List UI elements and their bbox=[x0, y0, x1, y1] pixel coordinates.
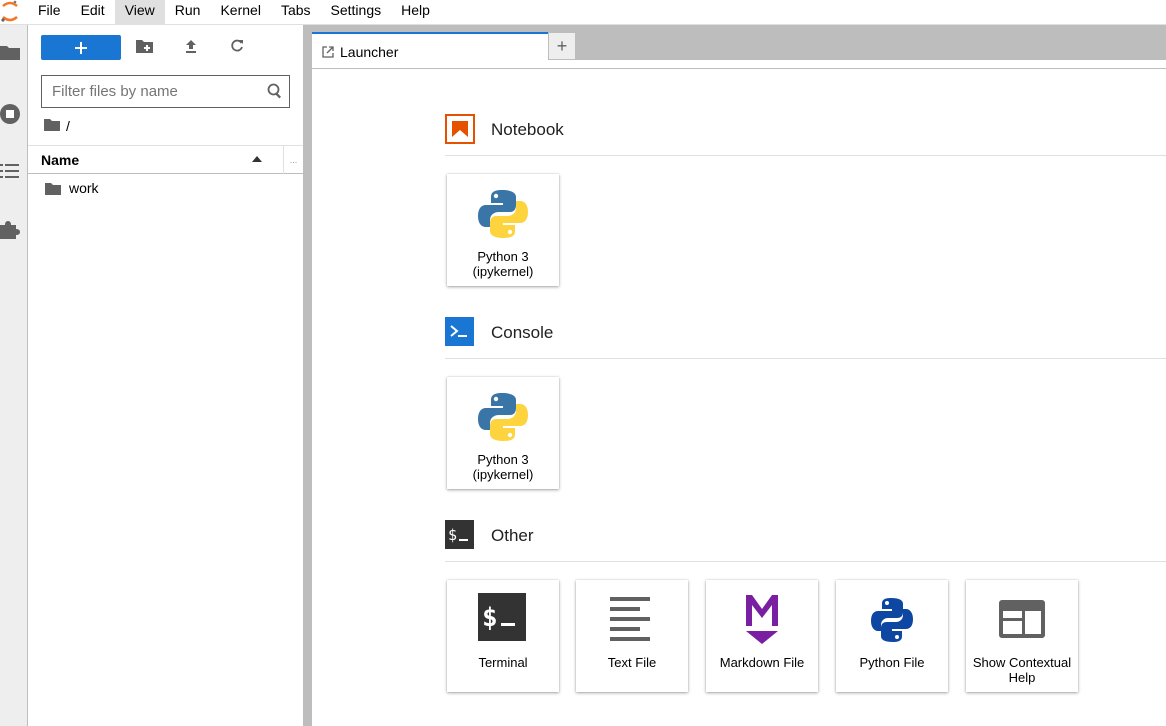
menu-view[interactable]: View bbox=[114, 0, 165, 25]
name-column-header[interactable]: Name bbox=[41, 152, 79, 168]
running-sessions-icon[interactable] bbox=[0, 103, 28, 125]
folder-icon[interactable] bbox=[44, 118, 60, 134]
terminal-icon: $ bbox=[478, 593, 526, 641]
terminal-card[interactable]: $ Terminal bbox=[447, 580, 559, 692]
other-section-header: $ Other bbox=[445, 520, 1166, 562]
section-title: Other bbox=[491, 526, 534, 545]
launcher-panel: Notebook Python 3 (ipykernel) Console Py… bbox=[312, 69, 1166, 726]
menu-edit[interactable]: Edit bbox=[71, 0, 115, 25]
menu-file[interactable]: File bbox=[28, 0, 71, 25]
card-label: Python 3 (ipykernel) bbox=[472, 452, 534, 482]
breadcrumb-root[interactable]: / bbox=[66, 118, 70, 134]
terminal-icon: $ bbox=[445, 520, 475, 550]
panel-splitter[interactable] bbox=[303, 25, 312, 726]
tab-launcher[interactable]: Launcher bbox=[312, 32, 548, 69]
file-browser-panel: / Name ... work bbox=[28, 25, 303, 726]
card-label: Markdown File bbox=[719, 655, 805, 670]
svg-text:$: $ bbox=[482, 603, 498, 633]
console-section-header: Console bbox=[445, 317, 1166, 359]
card-label: Text File bbox=[607, 655, 657, 670]
filter-files-input[interactable] bbox=[42, 76, 262, 107]
launcher-tab-icon bbox=[322, 45, 334, 58]
tab-label: Launcher bbox=[340, 43, 399, 60]
markdown-icon bbox=[734, 592, 790, 648]
menu-tabs[interactable]: Tabs bbox=[271, 0, 321, 25]
file-list-header: Name ... bbox=[28, 145, 303, 174]
python-file-icon bbox=[864, 592, 920, 648]
python-logo-icon bbox=[475, 186, 531, 242]
console-icon bbox=[445, 317, 475, 347]
menu-help[interactable]: Help bbox=[391, 0, 440, 25]
column-more-handle[interactable]: ... bbox=[283, 146, 303, 174]
upload-button[interactable] bbox=[184, 39, 198, 58]
folder-icon[interactable] bbox=[0, 44, 28, 60]
new-launcher-button[interactable] bbox=[41, 35, 121, 60]
main-tab-bar: Launcher + bbox=[312, 25, 1166, 69]
table-of-contents-icon[interactable] bbox=[0, 163, 28, 179]
menu-bar: File Edit View Run Kernel Tabs Settings … bbox=[0, 0, 1166, 25]
plus-icon bbox=[75, 41, 87, 54]
notebook-section-header: Notebook bbox=[445, 114, 1166, 156]
menu-settings[interactable]: Settings bbox=[321, 0, 392, 25]
python-file-card[interactable]: Python File bbox=[836, 580, 948, 692]
contextual-help-card[interactable]: Show Contextual Help bbox=[966, 580, 1078, 692]
markdown-file-card[interactable]: Markdown File bbox=[706, 580, 818, 692]
left-activity-bar bbox=[0, 25, 28, 726]
new-folder-icon bbox=[136, 40, 153, 53]
breadcrumb: / bbox=[44, 117, 70, 135]
refresh-button[interactable] bbox=[230, 39, 244, 58]
jupyter-logo-icon bbox=[0, 0, 28, 25]
extension-manager-icon[interactable] bbox=[0, 220, 28, 240]
menu-run[interactable]: Run bbox=[165, 0, 211, 25]
notebook-python3-card[interactable]: Python 3 (ipykernel) bbox=[447, 174, 559, 286]
card-label: Show Contextual Help bbox=[972, 655, 1072, 685]
card-label: Python File bbox=[859, 655, 925, 670]
card-label: Python 3 (ipykernel) bbox=[472, 249, 534, 279]
notebook-icon bbox=[445, 114, 475, 144]
text-file-icon bbox=[604, 592, 660, 648]
search-icon bbox=[267, 83, 283, 104]
folder-icon bbox=[45, 182, 61, 195]
new-folder-button[interactable] bbox=[136, 39, 153, 58]
refresh-icon bbox=[231, 39, 243, 52]
card-label: Terminal bbox=[478, 655, 528, 670]
svg-text:$: $ bbox=[448, 526, 457, 544]
file-name: work bbox=[69, 180, 99, 196]
filter-box bbox=[41, 75, 290, 108]
python-logo-icon bbox=[475, 389, 531, 445]
upload-icon bbox=[186, 40, 196, 53]
text-file-card[interactable]: Text File bbox=[576, 580, 688, 692]
section-title: Console bbox=[491, 323, 554, 342]
contextual-help-icon bbox=[994, 592, 1050, 648]
file-list-item[interactable]: work bbox=[28, 175, 303, 201]
console-python3-card[interactable]: Python 3 (ipykernel) bbox=[447, 377, 559, 489]
menu-kernel[interactable]: Kernel bbox=[210, 0, 270, 25]
section-title: Notebook bbox=[491, 120, 564, 139]
sort-ascending-icon bbox=[252, 156, 262, 162]
add-tab-button[interactable]: + bbox=[548, 32, 576, 60]
